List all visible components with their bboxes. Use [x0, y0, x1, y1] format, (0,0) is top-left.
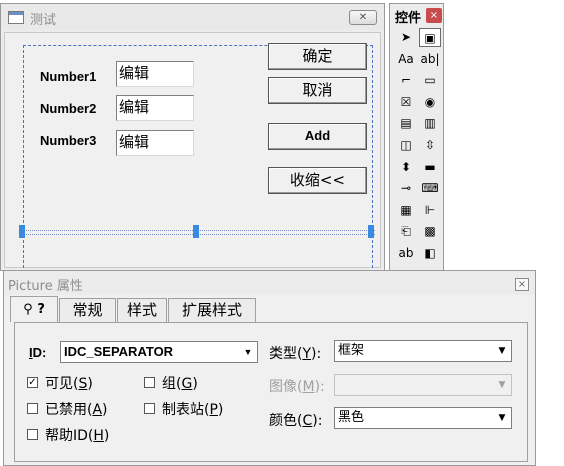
progress-icon[interactable]: ▬ — [419, 158, 441, 177]
helpid-checkbox[interactable] — [27, 429, 38, 440]
color-combo[interactable]: 黑色 ▼ — [334, 407, 512, 429]
resize-handle-right[interactable] — [368, 225, 374, 238]
tabstop-checkbox[interactable] — [144, 403, 155, 414]
resize-handle-middle[interactable] — [193, 225, 199, 238]
number3-edit[interactable]: 编辑 — [116, 130, 194, 156]
toolbox-title-bar[interactable]: 控件 × — [392, 6, 442, 26]
horizontal-scroll-icon[interactable]: ◫ — [395, 136, 417, 155]
list-box-icon[interactable]: ▥ — [419, 114, 441, 133]
toolbox-grid: ➤ ▣ Aa ab| ⌐ ▭ ☒ ◉ ▤ ▥ ◫ ⇳ ⬍ ▬ ⊸ ⌨ ▦ ⊩ ⎗ ▩ ab ◧ — [395, 28, 441, 268]
window-icon — [8, 11, 24, 24]
visible-label: 可见(S) — [45, 376, 93, 392]
color-label: 颜色(C): — [269, 413, 323, 429]
rich-edit-icon[interactable]: ab — [395, 244, 417, 263]
edit-box-icon[interactable]: ab| — [419, 50, 441, 69]
disabled-label: 已禁用(A) — [45, 402, 108, 418]
dialog-title-bar[interactable]: 测试 ✕ — [1, 4, 384, 30]
tab-general[interactable]: 常规 — [59, 298, 116, 322]
tab-styles[interactable]: 样式 — [117, 298, 167, 322]
group-label: 组(G) — [162, 376, 198, 392]
type-label: 类型(Y): — [269, 346, 322, 362]
controls-toolbox: 控件 × ➤ ▣ Aa ab| ⌐ ▭ ☒ ◉ ▤ ▥ ◫ ⇳ ⬍ ▬ ⊸ ⌨ ▦ ⊩ ⎗ ▩ ab ◧ — [389, 3, 444, 271]
tab-control-icon[interactable]: ⎗ — [395, 222, 417, 241]
vertical-scroll-icon[interactable]: ⇳ — [419, 136, 441, 155]
number1-label: Number1 — [40, 69, 97, 84]
close-icon[interactable]: × — [515, 278, 529, 291]
image-combo[interactable]: ▼ — [334, 374, 512, 396]
separator-picture-control[interactable] — [23, 230, 375, 235]
dialog-title: 测试 — [30, 13, 57, 28]
pointer-icon[interactable]: ➤ — [395, 28, 417, 47]
tabstop-label: 制表站(P) — [162, 402, 224, 418]
close-icon[interactable]: × — [426, 8, 442, 23]
type-combo[interactable]: 框架 ▼ — [334, 340, 512, 362]
chevron-down-icon[interactable]: ▼ — [495, 343, 509, 359]
id-label: ID: — [29, 345, 47, 360]
disabled-checkbox[interactable] — [27, 403, 38, 414]
type-value: 框架 — [338, 343, 365, 358]
add-button[interactable]: Add — [268, 123, 367, 150]
number3-label: Number3 — [40, 133, 97, 148]
number2-edit[interactable]: 编辑 — [116, 95, 194, 121]
combo-box-icon[interactable]: ▤ — [395, 114, 417, 133]
static-text-icon[interactable]: Aa — [395, 50, 417, 69]
visible-checkbox[interactable]: ✓ — [27, 377, 38, 388]
slider-icon[interactable]: ⊸ — [395, 179, 417, 198]
check-box-icon[interactable]: ☒ — [395, 93, 417, 112]
id-combo[interactable]: IDC_SEPARATOR ▼ — [60, 341, 258, 363]
radio-button-icon[interactable]: ◉ — [419, 93, 441, 112]
number2-label: Number2 — [40, 101, 97, 116]
helpid-label: 帮助ID(H) — [45, 428, 110, 444]
pin-icon[interactable]: ⚲ — [23, 302, 33, 317]
resize-handle-left[interactable] — [19, 225, 25, 238]
dialog-window: 测试 ✕ Number1 编辑 Number2 编辑 Number3 编辑 确定… — [0, 3, 385, 273]
group-box-icon[interactable]: ⌐ — [395, 71, 417, 90]
animation-icon[interactable]: ▩ — [419, 222, 441, 241]
number1-edit[interactable]: 编辑 — [116, 61, 194, 87]
color-value: 黑色 — [338, 410, 365, 425]
help-icon[interactable]: ? — [37, 302, 45, 317]
chevron-down-icon[interactable]: ▼ — [495, 410, 509, 426]
chevron-down-icon[interactable]: ▼ — [495, 377, 509, 393]
picture-icon[interactable]: ▣ — [419, 28, 441, 47]
ok-button[interactable]: 确定 — [268, 43, 367, 70]
tab-extended-styles[interactable]: 扩展样式 — [168, 298, 256, 322]
properties-panel: Picture 属性 × ⚲ ? 常规 样式 扩展样式 ID: IDC_SEPA… — [3, 270, 536, 466]
cancel-button[interactable]: 取消 — [268, 77, 367, 104]
id-value: IDC_SEPARATOR — [64, 344, 174, 359]
toolbox-title: 控件 — [395, 11, 422, 26]
collapse-button[interactable]: 收缩<< — [268, 167, 367, 194]
properties-title: Picture 属性 — [8, 279, 83, 294]
dialog-client-area[interactable]: Number1 编辑 Number2 编辑 Number3 编辑 确定 取消 A… — [4, 32, 381, 273]
list-control-icon[interactable]: ▦ — [395, 201, 417, 220]
properties-title-bar[interactable]: Picture 属性 × — [4, 271, 535, 295]
tree-control-icon[interactable]: ⊩ — [419, 201, 441, 220]
hotkey-icon[interactable]: ⌨ — [419, 179, 441, 198]
spin-icon[interactable]: ⬍ — [395, 158, 417, 177]
group-checkbox[interactable] — [144, 377, 155, 388]
date-time-icon[interactable]: ◧ — [419, 244, 441, 263]
button-icon[interactable]: ▭ — [419, 71, 441, 90]
image-label: 图像(M): — [269, 379, 325, 395]
tab-pin-help[interactable]: ⚲ ? — [10, 296, 58, 322]
general-tab-content: ID: IDC_SEPARATOR ▼ 类型(Y): 框架 ▼ 图像(M): ▼… — [14, 322, 528, 462]
close-icon[interactable]: ✕ — [349, 10, 377, 25]
chevron-down-icon[interactable]: ▼ — [241, 344, 255, 360]
